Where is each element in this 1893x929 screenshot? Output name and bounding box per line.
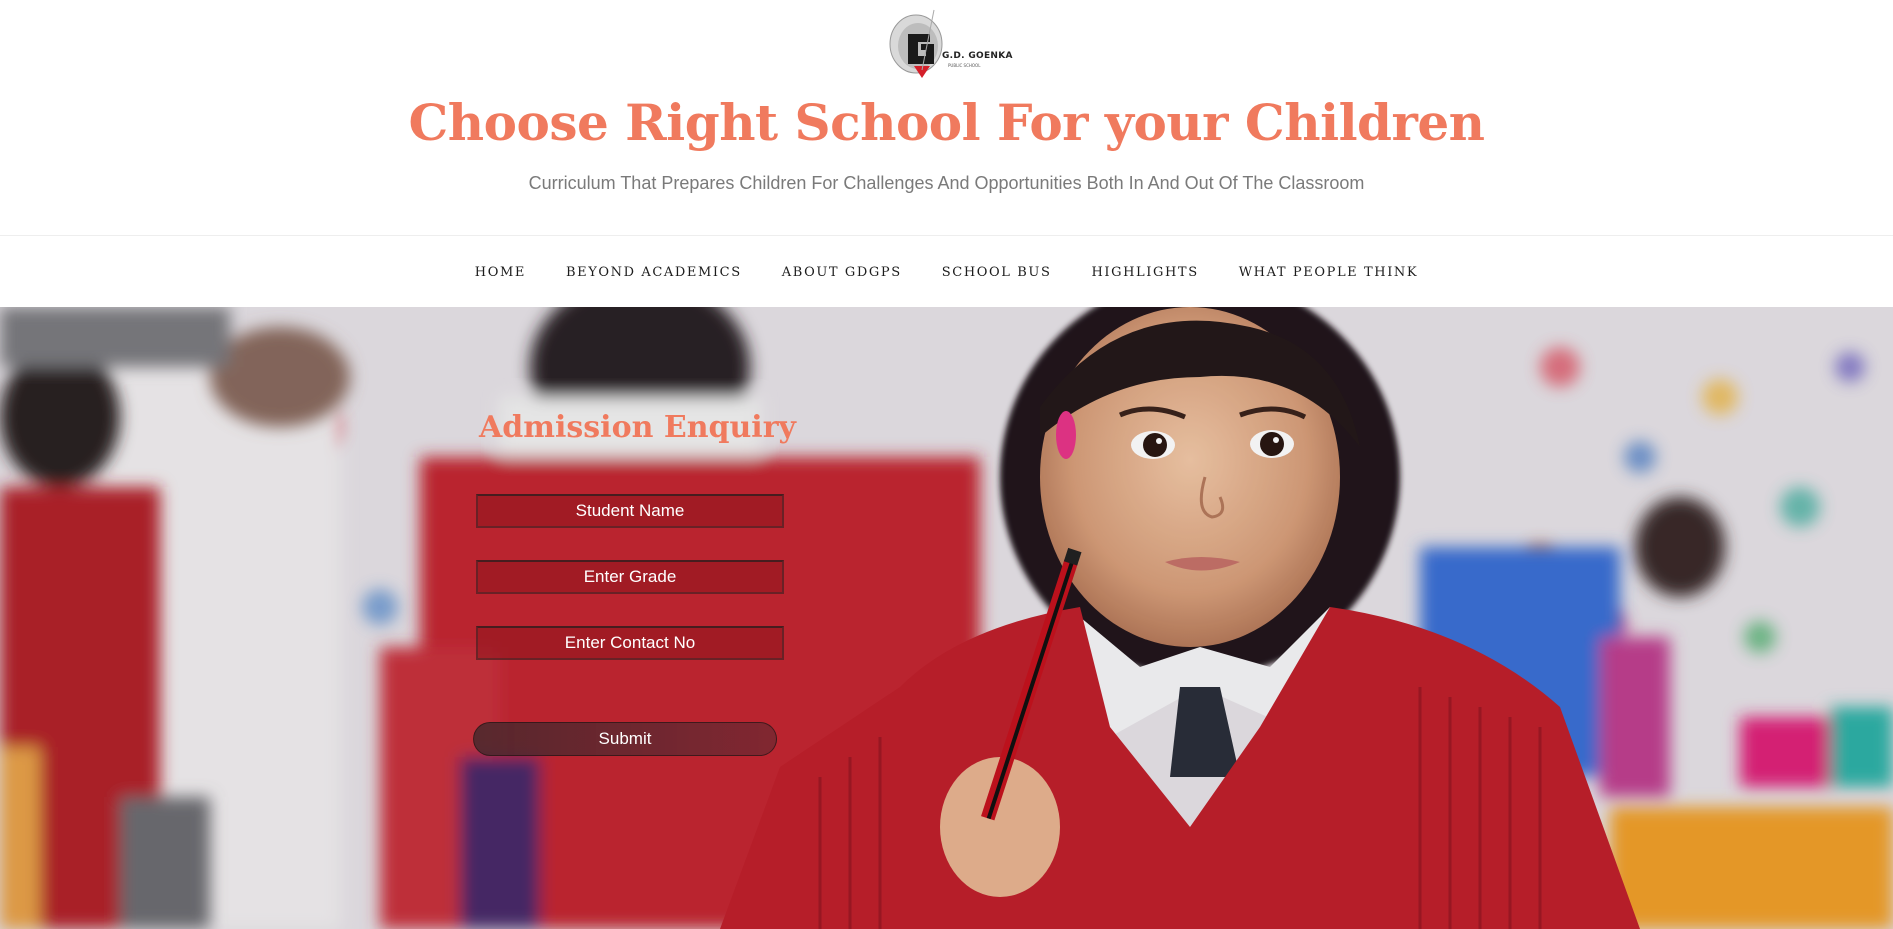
page: G.D. GOENKA PUBLIC SCHOOL Choose Right S…	[0, 0, 1893, 929]
site-header: G.D. GOENKA PUBLIC SCHOOL Choose Right S…	[0, 0, 1893, 235]
nav-item-highlights[interactable]: HIGHLIGHTS	[1091, 265, 1198, 280]
logo-emblem-icon	[889, 9, 943, 78]
nav-item-beyond-academics[interactable]: BEYOND ACADEMICS	[566, 265, 742, 280]
logo-subtext: PUBLIC SCHOOL	[948, 63, 981, 68]
nav-item-what-people-think[interactable]: WHAT PEOPLE THINK	[1239, 265, 1419, 280]
grade-input[interactable]	[476, 560, 784, 594]
logo-text: G.D. GOENKA	[942, 51, 1013, 61]
nav-item-home[interactable]: HOME	[475, 265, 526, 280]
nav-menu: HOME BEYOND ACADEMICS ABOUT GDGPS SCHOOL…	[0, 236, 1893, 308]
hero-section: Admission Enquiry Submit	[0, 307, 1893, 929]
nav-item-school-bus[interactable]: SCHOOL BUS	[942, 265, 1052, 280]
main-navigation: HOME BEYOND ACADEMICS ABOUT GDGPS SCHOOL…	[0, 235, 1893, 308]
school-logo[interactable]: G.D. GOENKA PUBLIC SCHOOL	[886, 8, 1012, 80]
submit-button[interactable]: Submit	[473, 722, 777, 756]
student-name-input[interactable]	[476, 494, 784, 528]
site-tagline: Curriculum That Prepares Children For Ch…	[528, 173, 1365, 193]
admission-enquiry-title: Admission Enquiry	[479, 410, 796, 445]
contact-number-input[interactable]	[476, 626, 784, 660]
nav-item-about-gdgps[interactable]: ABOUT GDGPS	[782, 265, 902, 280]
site-title: Choose Right School For your Children	[408, 93, 1485, 152]
hero-image	[0, 307, 1893, 929]
